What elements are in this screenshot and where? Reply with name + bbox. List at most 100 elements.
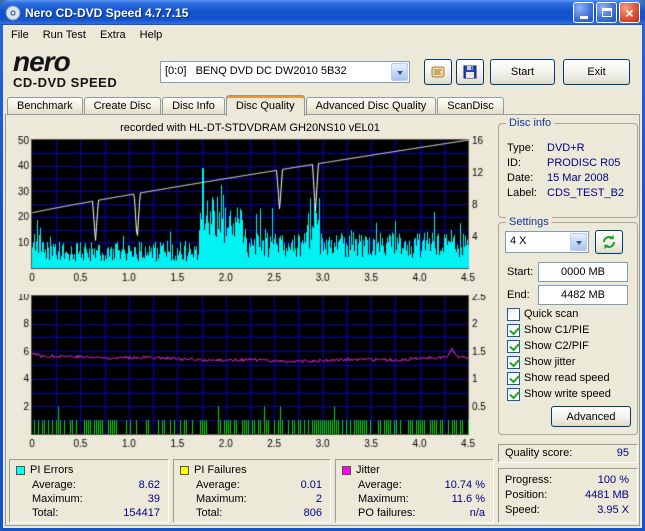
speed-value: 3.95 X	[597, 504, 629, 516]
pi-errors-title: PI Errors	[30, 464, 74, 476]
menu-file[interactable]: File	[4, 26, 36, 44]
menu-bar: File Run Test Extra Help	[3, 25, 642, 45]
stat-value: 0.01	[300, 479, 322, 491]
speed-select[interactable]: 4 X	[505, 231, 589, 253]
maximize-button[interactable]	[596, 2, 617, 23]
tab-scandisc[interactable]: ScanDisc	[437, 97, 504, 115]
chevron-down-icon[interactable]	[570, 233, 587, 251]
checkbox-quick-scan[interactable]: Quick scan	[507, 307, 578, 321]
close-button[interactable]: ×	[619, 2, 640, 23]
nero-logo: nero CD-DVD SPEED	[13, 46, 118, 91]
tab-create-disc[interactable]: Create Disc	[83, 97, 162, 115]
checkbox-show-c2-pif[interactable]: Show C2/PIF	[507, 339, 589, 353]
disc-info-date-label: Date:	[507, 172, 534, 184]
tab-benchmark[interactable]: Benchmark	[7, 97, 83, 115]
stat-value: 806	[303, 507, 322, 519]
jitter-color-swatch	[342, 465, 351, 475]
checkbox-show-c1-pie[interactable]: Show C1/PIE	[507, 323, 589, 337]
app-window: Nero CD-DVD Speed 4.7.7.15 × File Run Te…	[0, 0, 645, 531]
pi-errors-panel: PI Errors Average: 8.62 Maximum: 39 Tota…	[9, 459, 169, 523]
tab-disc-info[interactable]: Disc Info	[162, 97, 225, 115]
tab-disc-quality[interactable]: Disc Quality	[225, 95, 305, 116]
speed-select-value: 4 X	[510, 235, 527, 247]
window-controls: ×	[573, 2, 640, 23]
jitter-panel: Jitter Average: 10.74 % Maximum: 11.6 % …	[335, 459, 494, 523]
disc-info-label-label: Label:	[507, 187, 537, 199]
checkbox-show-jitter[interactable]: Show jitter	[507, 355, 575, 369]
options-icon	[431, 66, 445, 78]
menu-run-test[interactable]: Run Test	[36, 26, 93, 44]
minimize-icon	[579, 16, 588, 19]
advanced-button[interactable]: Advanced	[551, 406, 631, 427]
checkbox-label: Show write speed	[524, 388, 611, 400]
position-label: Position:	[505, 489, 548, 501]
stat-label: Average:	[358, 479, 402, 491]
stat-value: n/a	[469, 507, 485, 519]
pie-color-swatch	[16, 465, 25, 475]
stat-row: Average: 10.74 %	[358, 479, 485, 491]
menu-help[interactable]: Help	[133, 26, 170, 44]
speed-row: Speed: 3.95 X	[505, 504, 629, 516]
stat-value: 10.74 %	[444, 479, 485, 491]
stat-value: 154417	[123, 507, 160, 519]
end-position-input[interactable]	[538, 285, 628, 305]
save-icon	[463, 65, 477, 79]
stat-row: Maximum: 2	[196, 493, 322, 505]
drive-select[interactable]: [0:0] BENQ DVD DC DW2010 5B32	[160, 61, 410, 83]
stat-label: PO failures:	[358, 507, 416, 519]
pi-failures-panel: PI Failures Average: 0.01 Maximum: 2 Tot…	[173, 459, 331, 523]
tab-advanced-disc-quality[interactable]: Advanced Disc Quality	[305, 97, 437, 115]
menu-extra[interactable]: Extra	[93, 26, 133, 44]
checkbox-label: Show C2/PIF	[524, 340, 589, 352]
disc-info-row-id: ID: PRODISC R05	[507, 157, 633, 170]
stat-label: Total:	[32, 507, 59, 519]
stat-row: Average: 8.62	[32, 479, 160, 491]
stat-label: Average:	[32, 479, 76, 491]
pi-failures-title: PI Failures	[194, 464, 247, 476]
title-bar[interactable]: Nero CD-DVD Speed 4.7.7.15 ×	[0, 0, 645, 25]
app-icon	[5, 5, 21, 20]
pie-write-speed-chart-canvas	[6, 136, 494, 286]
stat-value: 39	[147, 493, 160, 505]
chart-title: recorded with HL-DT-STDVDRAM GH20NS10 vE…	[120, 122, 380, 134]
refresh-icon	[603, 234, 615, 250]
stat-row: PO failures: n/a	[358, 507, 485, 519]
position-value: 4481 MB	[584, 489, 629, 501]
pi-errors-header: PI Errors	[16, 464, 73, 476]
settings-group: Settings 4 X Start: End:	[498, 216, 638, 435]
maximize-icon	[601, 8, 612, 17]
nero-logo-brand: nero	[13, 46, 71, 77]
checkbox-show-read-speed[interactable]: Show read speed	[507, 371, 610, 385]
disc-info-row-date: Date: 15 Mar 2008	[507, 172, 633, 185]
disc-info-date-value: 15 Mar 2008	[547, 172, 609, 184]
speed-label: Speed:	[505, 504, 540, 516]
checkbox-icon	[507, 355, 520, 369]
disc-info-id-value: PRODISC R05	[547, 157, 621, 169]
stat-label: Maximum:	[196, 493, 247, 505]
stat-row: Average: 0.01	[196, 479, 322, 491]
refresh-button[interactable]	[595, 230, 623, 254]
options-button[interactable]	[424, 59, 452, 85]
checkbox-icon	[507, 339, 520, 353]
start-button[interactable]: Start	[490, 59, 555, 85]
exit-button[interactable]: Exit	[563, 59, 630, 85]
start-position-input[interactable]	[538, 262, 628, 282]
checkbox-icon	[507, 323, 520, 337]
chevron-down-icon[interactable]	[391, 63, 408, 81]
stat-value: 11.6 %	[451, 493, 485, 505]
disc-info-type-value: DVD+R	[547, 142, 585, 154]
quality-score-value: 95	[616, 447, 629, 459]
disc-info-caption: Disc info	[506, 117, 555, 129]
jitter-title: Jitter	[356, 464, 380, 476]
progress-row: Progress: 100 %	[505, 474, 629, 486]
checkbox-show-write-speed[interactable]: Show write speed	[507, 387, 611, 401]
checkbox-icon	[507, 371, 520, 385]
nero-logo-product: CD-DVD SPEED	[13, 75, 118, 90]
jitter-header: Jitter	[342, 464, 380, 476]
disc-info-row-type: Type: DVD+R	[507, 142, 633, 155]
stat-row: Maximum: 39	[32, 493, 160, 505]
stat-value: 8.62	[138, 479, 160, 491]
quality-score-panel: Quality score: 95	[498, 444, 638, 463]
save-button[interactable]	[456, 59, 484, 85]
minimize-button[interactable]	[573, 2, 594, 23]
